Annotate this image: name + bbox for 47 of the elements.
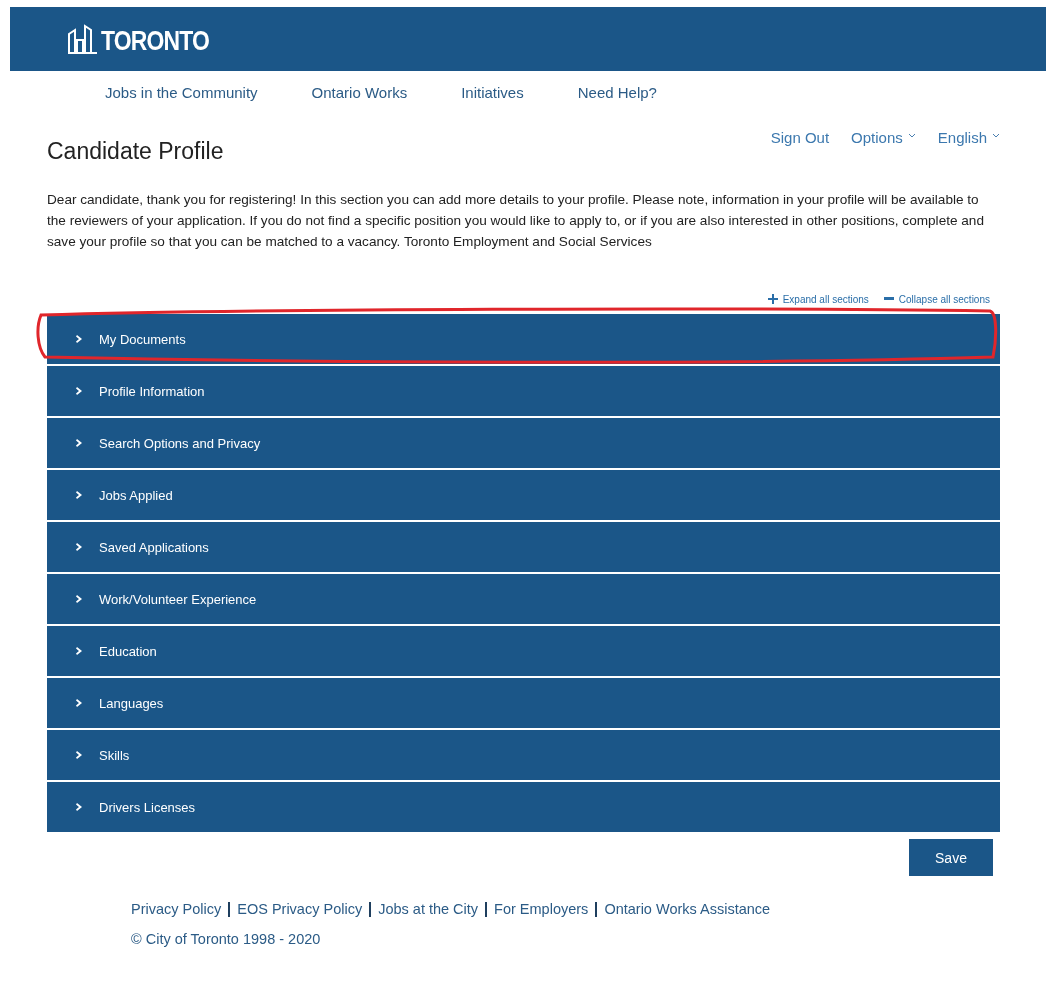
nav-link[interactable]: Initiatives — [461, 84, 524, 114]
chevron-icon — [76, 543, 84, 551]
save-button[interactable]: Save — [909, 839, 993, 876]
caret-icon — [907, 133, 916, 138]
accordion-header[interactable]: Profile Information — [47, 366, 1000, 416]
accordion-header[interactable]: Saved Applications — [47, 522, 1000, 572]
accordion-header[interactable]: My Documents — [47, 314, 1000, 364]
section-toggle-link[interactable]: Expand all sections — [782, 293, 869, 305]
nav-link[interactable]: Jobs in the Community — [105, 84, 258, 114]
accordion-header[interactable]: Drivers Licenses — [47, 782, 1000, 832]
separator-bar — [595, 901, 598, 917]
city-hall-icon — [67, 23, 98, 55]
chevron-icon — [76, 751, 84, 759]
chevron-icon — [76, 699, 84, 707]
chevron-icon — [76, 595, 84, 603]
section-toggle-link[interactable]: Collapse all sections — [898, 293, 990, 305]
footer-link[interactable]: Privacy Policy — [131, 901, 222, 917]
footer-link[interactable]: For Employers — [494, 901, 589, 917]
chevron-icon — [76, 439, 84, 447]
accordion-header[interactable]: Search Options and Privacy — [47, 418, 1000, 468]
footer-link[interactable]: Jobs at the City — [378, 901, 479, 917]
menu-link[interactable]: Options — [851, 129, 916, 146]
caret-icon — [992, 133, 1000, 138]
accordion-header[interactable]: Education — [47, 626, 1000, 676]
chevron-icon — [76, 803, 84, 811]
chevron-icon — [76, 387, 84, 395]
chevron-icon — [76, 335, 84, 343]
intro-paragraph: Dear candidate, thank you for registering! In this section you can add more details to your profile. Please note, information in your profile will be available to the reviewers of your application. If you do not find a specific position you would like to apply to, or if you are also interested in other positions, complete and save your profile so that you can be matched to a vacancy. Toronto Employment and Social Services — [47, 191, 985, 251]
plus-icon — [767, 294, 778, 304]
menu-link[interactable]: Sign Out — [770, 129, 830, 146]
menu-link[interactable]: English — [937, 129, 1000, 146]
separator-bar — [228, 901, 231, 917]
accordion-header[interactable]: Work/Volunteer Experience — [47, 574, 1000, 624]
accordion-header[interactable]: Jobs Applied — [47, 470, 1000, 520]
nav-link[interactable]: Need Help? — [577, 84, 657, 114]
page-title: Candidate Profile — [47, 138, 224, 165]
accordion-header[interactable]: Languages — [47, 678, 1000, 728]
separator-bar — [485, 901, 488, 917]
logo-text: TORONTO — [101, 26, 209, 55]
separator-bar — [369, 901, 372, 917]
chevron-icon — [76, 647, 84, 655]
chevron-icon — [76, 491, 84, 499]
accordion-header[interactable]: Skills — [47, 730, 1000, 780]
footer-link[interactable]: Ontario Works Assistance — [604, 901, 771, 917]
footer-link[interactable]: EOS Privacy Policy — [237, 901, 363, 917]
nav-link[interactable]: Ontario Works — [311, 84, 408, 114]
copyright-text: © City of Toronto 1998 - 2020 — [131, 931, 322, 947]
